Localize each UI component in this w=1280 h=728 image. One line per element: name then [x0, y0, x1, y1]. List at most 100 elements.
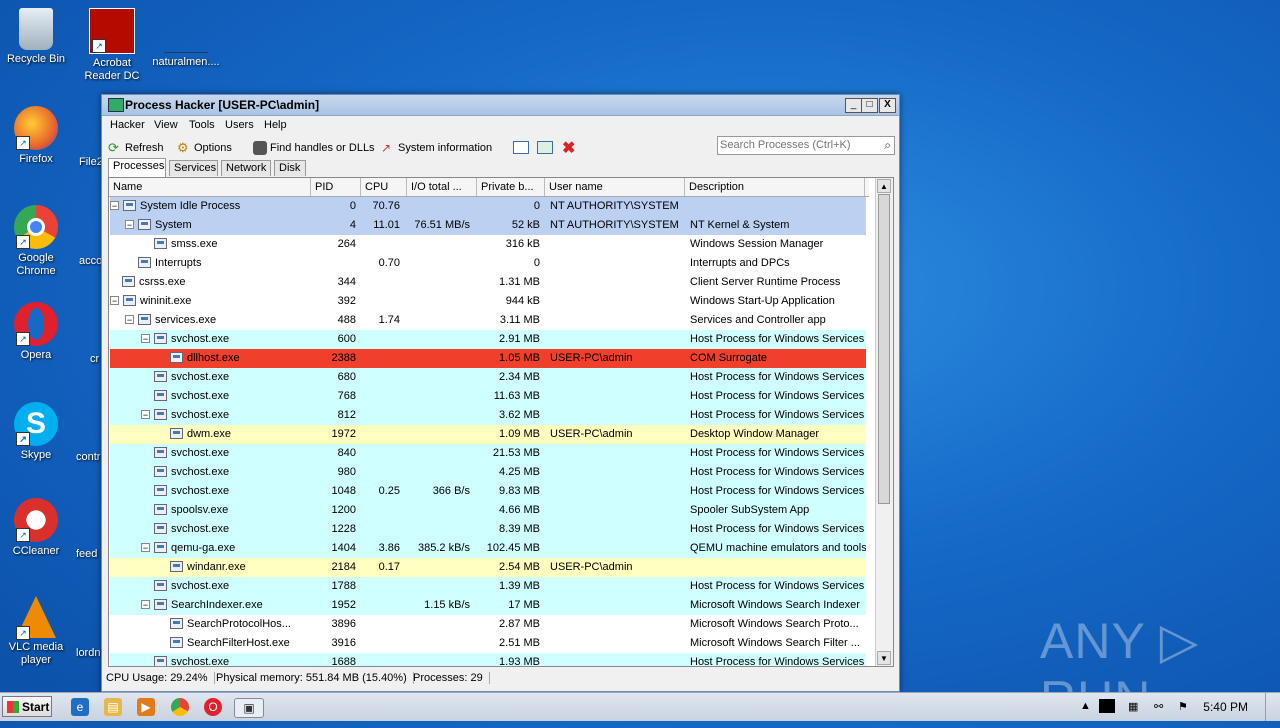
menu-help[interactable]: Help [264, 119, 287, 131]
process-name-cell: dllhost.exe [110, 349, 310, 368]
process-icon [154, 599, 167, 610]
collapse-icon[interactable]: − [125, 315, 134, 325]
opera-icon[interactable]: ↗ Opera [0, 302, 72, 362]
collapse-icon[interactable]: − [141, 410, 150, 420]
skype-icon[interactable]: S ↗ Skype [0, 402, 72, 462]
process-name: svchost.exe [171, 485, 230, 497]
system-information-button[interactable]: ↗ System information [381, 141, 492, 155]
close-button[interactable]: X [879, 98, 896, 113]
column-name[interactable]: Name [109, 178, 311, 196]
find-handles-button[interactable]: Find handles or DLLs [253, 141, 375, 155]
opera-taskbar-icon[interactable]: O [204, 698, 222, 716]
ie-icon[interactable]: e [71, 698, 89, 716]
naturalmen-file-icon[interactable]: naturalmen.... [148, 8, 224, 69]
scroll-down-icon[interactable]: ▼ [877, 651, 891, 665]
explorer-icon[interactable]: ▤ [104, 698, 122, 716]
collapse-icon[interactable]: − [125, 220, 134, 230]
menu-view[interactable]: View [154, 119, 178, 131]
chrome-taskbar-icon[interactable] [171, 698, 189, 716]
column-io[interactable]: I/O total ... [407, 178, 477, 196]
vertical-scrollbar[interactable]: ▲ ▼ [875, 178, 893, 666]
clock[interactable]: 5:40 PM [1203, 700, 1248, 714]
column-user[interactable]: User name [545, 178, 685, 196]
table-row[interactable]: svchost.exe 1048 0.25 366 B/s 9.83 MB Host Pr… [110, 482, 866, 501]
menu-hacker[interactable]: Hacker [110, 119, 145, 131]
process-name-cell: SearchFilterHost.exe [110, 634, 310, 653]
table-row[interactable]: svchost.exe 980 4.25 MB Host Process for Wi… [110, 463, 866, 482]
table-row[interactable]: − System 4 11.01 76.51 MB/s 52 kB NT AUTHORITY… [110, 216, 866, 235]
table-row[interactable]: − SearchIndexer.exe 1952 1.15 kB/s 17 MB Micr… [110, 596, 866, 615]
tray-device-icon[interactable]: ▦ [1128, 700, 1138, 713]
scroll-up-icon[interactable]: ▲ [877, 179, 891, 193]
tray-flag-icon[interactable]: ⚑ [1178, 700, 1188, 713]
table-row[interactable]: svchost.exe 1228 8.39 MB Host Process for W… [110, 520, 866, 539]
table-row[interactable]: dllhost.exe 2388 1.05 MB USER-PC\admin COM S… [110, 349, 866, 368]
collapse-icon[interactable]: − [141, 334, 150, 344]
column-cpu[interactable]: CPU [361, 178, 407, 196]
ccleaner-icon[interactable]: ↗ CCleaner [0, 498, 72, 558]
tab-services[interactable]: Services [169, 160, 218, 176]
minimize-button[interactable]: _ [845, 98, 862, 113]
acrobat-icon[interactable]: ↗ Acrobat Reader DC [76, 8, 148, 83]
media-player-icon[interactable]: ▶ [137, 698, 155, 716]
column-description[interactable]: Description [685, 178, 865, 196]
collapse-icon[interactable]: − [141, 600, 150, 610]
tab-disk[interactable]: Disk [274, 160, 306, 176]
collapse-icon[interactable]: − [141, 543, 150, 553]
search-input[interactable] [718, 137, 872, 152]
process-hacker-window: Process Hacker [USER-PC\admin] _ □ X Hac… [101, 94, 900, 692]
window-go-icon[interactable] [537, 141, 553, 154]
table-row[interactable]: − wininit.exe 392 944 kB Windows Start-Up Ap… [110, 292, 866, 311]
collapse-icon[interactable]: − [110, 296, 119, 306]
menu-tools[interactable]: Tools [189, 119, 215, 131]
table-row[interactable]: SearchProtocolHos... 3896 2.87 MB Microsoft… [110, 615, 866, 634]
table-row[interactable]: svchost.exe 768 11.63 MB Host Process for W… [110, 387, 866, 406]
window-icon[interactable] [513, 141, 529, 154]
table-row[interactable]: smss.exe 264 316 kB Windows Session Manager [110, 235, 866, 254]
table-row[interactable]: dwm.exe 1972 1.09 MB USER-PC\admin Desktop W… [110, 425, 866, 444]
tray-app-icon[interactable] [1099, 699, 1115, 713]
column-pid[interactable]: PID [311, 178, 361, 196]
start-button[interactable]: Start [2, 696, 52, 717]
process-description: Host Process for Windows Services [690, 485, 865, 497]
table-row[interactable]: svchost.exe 840 21.53 MB Host Process for W… [110, 444, 866, 463]
table-row[interactable]: − System Idle Process 0 70.76 0 NT AUTHORITY\… [110, 197, 866, 216]
chrome-icon[interactable]: ↗ Google Chrome [0, 205, 72, 278]
menu-users[interactable]: Users [225, 119, 254, 131]
table-row[interactable]: svchost.exe 1788 1.39 MB Host Process for W… [110, 577, 866, 596]
process-user [550, 634, 680, 653]
table-row[interactable]: − qemu-ga.exe 1404 3.86 385.2 kB/s 102.45 MB Q… [110, 539, 866, 558]
show-desktop-button[interactable] [1265, 693, 1280, 721]
recycle-bin-icon[interactable]: Recycle Bin [0, 8, 72, 66]
options-button[interactable]: ⚙ Options [177, 141, 232, 155]
process-io [402, 368, 470, 387]
table-row[interactable]: windanr.exe 2184 0.17 2.54 MB USER-PC\admin [110, 558, 866, 577]
table-row[interactable]: svchost.exe 1688 1.93 MB Host Process for W… [110, 653, 866, 666]
tray-network-icon[interactable]: ⚯ [1154, 700, 1163, 713]
tab-network[interactable]: Network [221, 160, 271, 176]
column-private[interactable]: Private b... [477, 178, 545, 196]
table-row[interactable]: csrss.exe 344 1.31 MB Client Server Runtime… [110, 273, 866, 292]
search-box[interactable]: ⌕ [717, 136, 895, 155]
title-bar[interactable]: Process Hacker [USER-PC\admin] _ □ X [102, 95, 899, 116]
table-row[interactable]: svchost.exe 680 2.34 MB Host Process for Wi… [110, 368, 866, 387]
table-row[interactable]: Interrupts 0.70 0 Interrupts and DPCs [110, 254, 866, 273]
process-name-cell: windanr.exe [110, 558, 310, 577]
tray-expand-icon[interactable]: ▲ [1080, 700, 1091, 712]
vlc-icon[interactable]: ↗ VLC media player [0, 596, 72, 667]
process-hacker-taskbar-icon[interactable]: ▣ [234, 698, 264, 718]
tab-processes[interactable]: Processes [108, 158, 166, 177]
scroll-thumb[interactable] [878, 194, 890, 504]
firefox-icon[interactable]: ↗ Firefox [0, 106, 72, 166]
refresh-button[interactable]: ⟳ Refresh [108, 141, 164, 155]
collapse-icon[interactable]: − [110, 201, 119, 211]
table-row[interactable]: spoolsv.exe 1200 4.66 MB Spooler SubSystem … [110, 501, 866, 520]
table-row[interactable]: − services.exe 488 1.74 3.11 MB Services and … [110, 311, 866, 330]
maximize-button[interactable]: □ [861, 98, 878, 113]
terminate-icon[interactable]: ✖ [562, 138, 575, 158]
process-name: services.exe [155, 314, 217, 326]
table-row[interactable]: − svchost.exe 812 3.62 MB Host Process for W… [110, 406, 866, 425]
table-row[interactable]: − svchost.exe 600 2.91 MB Host Process for W… [110, 330, 866, 349]
process-name-cell: svchost.exe [110, 520, 310, 539]
table-row[interactable]: SearchFilterHost.exe 3916 2.51 MB Microsoft… [110, 634, 866, 653]
